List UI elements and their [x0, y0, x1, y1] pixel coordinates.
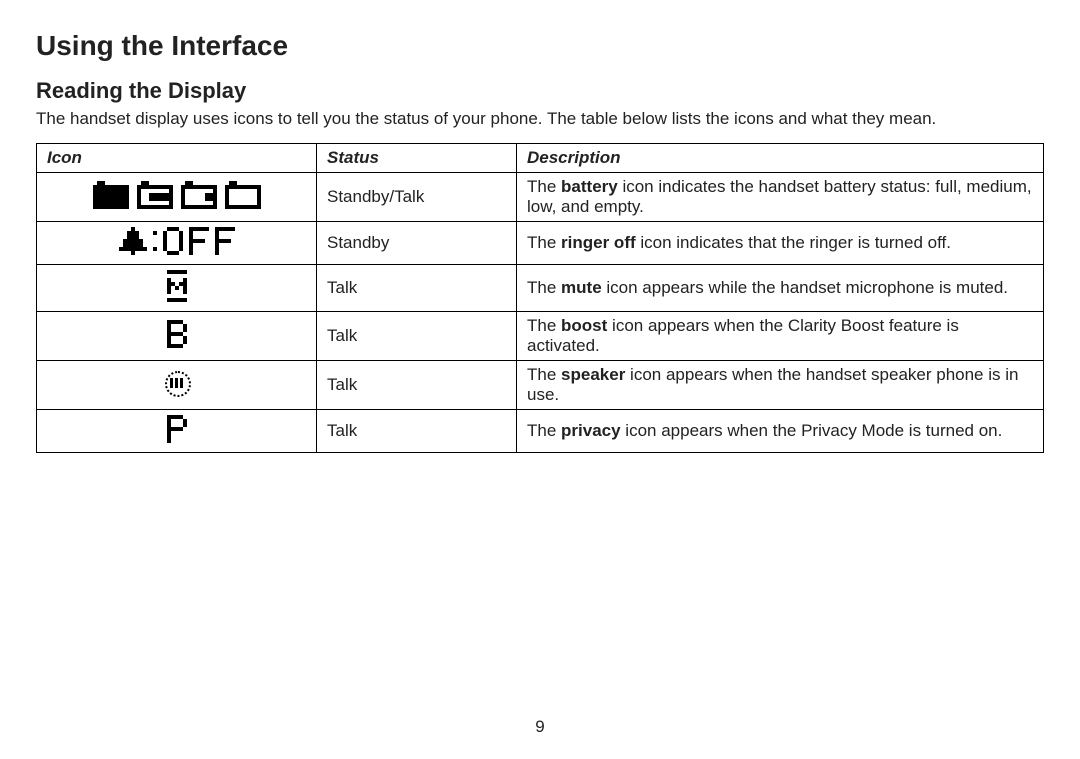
header-desc: Description: [517, 144, 1044, 173]
desc-bold: privacy: [561, 421, 621, 440]
table-header-row: Icon Status Description: [37, 144, 1044, 173]
desc-bold: mute: [561, 278, 602, 297]
table-row: Talk The mute icon appears while the han…: [37, 265, 1044, 312]
desc-bold: battery: [561, 177, 618, 196]
status-cell: Standby/Talk: [317, 173, 517, 222]
page-title: Using the Interface: [36, 30, 1044, 62]
status-cell: Standby: [317, 222, 517, 265]
desc-post: icon appears while the handset microphon…: [602, 278, 1008, 297]
desc-cell: The ringer off icon indicates that the r…: [517, 222, 1044, 265]
table-row: Talk The boost icon appears when the Cla…: [37, 312, 1044, 361]
icon-table: Icon Status Description Standby/Talk The…: [36, 143, 1044, 453]
desc-post: icon indicates that the ringer is turned…: [636, 233, 951, 252]
table-row: Talk The privacy icon appears when the P…: [37, 410, 1044, 453]
desc-bold: speaker: [561, 365, 625, 384]
desc-pre: The: [527, 316, 561, 335]
header-status: Status: [317, 144, 517, 173]
desc-cell: The privacy icon appears when the Privac…: [517, 410, 1044, 453]
status-cell: Talk: [317, 410, 517, 453]
status-cell: Talk: [317, 312, 517, 361]
desc-cell: The speaker icon appears when the handse…: [517, 361, 1044, 410]
desc-pre: The: [527, 421, 561, 440]
mute-icon: [167, 287, 187, 306]
desc-pre: The: [527, 177, 561, 196]
section-title: Reading the Display: [36, 78, 1044, 104]
ringer-off-icon: [119, 240, 235, 259]
desc-cell: The battery icon indicates the handset b…: [517, 173, 1044, 222]
battery-levels-icon: [93, 194, 261, 213]
desc-cell: The boost icon appears when the Clarity …: [517, 312, 1044, 361]
desc-pre: The: [527, 278, 561, 297]
page-number: 9: [0, 717, 1080, 737]
intro-text: The handset display uses icons to tell y…: [36, 108, 1044, 129]
desc-cell: The mute icon appears while the handset …: [517, 265, 1044, 312]
status-cell: Talk: [317, 361, 517, 410]
speaker-icon: [161, 367, 193, 399]
status-cell: Talk: [317, 265, 517, 312]
desc-pre: The: [527, 365, 561, 384]
desc-bold: boost: [561, 316, 607, 335]
boost-icon: [167, 333, 187, 352]
desc-bold: ringer off: [561, 233, 636, 252]
desc-post: icon appears when the Privacy Mode is tu…: [621, 421, 1003, 440]
privacy-icon: [167, 428, 187, 447]
table-row: Talk The speaker icon appears when the h…: [37, 361, 1044, 410]
header-icon: Icon: [37, 144, 317, 173]
table-row: Standby/Talk The battery icon indicates …: [37, 173, 1044, 222]
desc-pre: The: [527, 233, 561, 252]
table-row: Standby The ringer off icon indicates th…: [37, 222, 1044, 265]
